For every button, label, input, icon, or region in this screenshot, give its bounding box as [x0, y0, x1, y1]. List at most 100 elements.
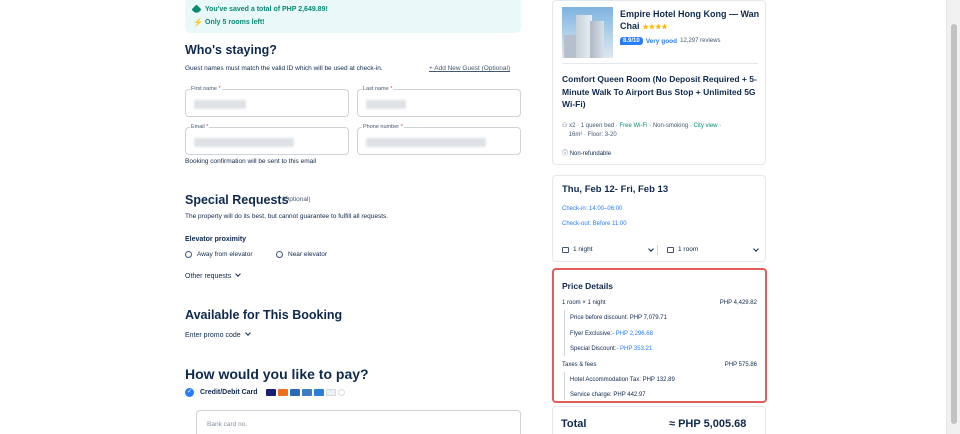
requests-note: The property will do its best, but canno… [185, 213, 389, 220]
price-details-panel: Price Details 1 room × 1 night PHP 4,429… [552, 268, 767, 403]
hotel-name-text: Empire Hotel Hong Kong — Wan Chai [620, 9, 760, 31]
savings-banner: You've saved a total of PHP 2,649.89! ⚡ … [185, 0, 521, 33]
score-badge: 8.9/10 [620, 37, 643, 45]
other-requests-label: Other requests [185, 273, 232, 280]
guest-count: x2 [569, 123, 576, 129]
refund-policy: ⓘ Non-refundable [562, 148, 611, 157]
radio-circle [185, 251, 192, 258]
savings-row: You've saved a total of PHP 2,649.89! [191, 3, 513, 16]
nights-select[interactable]: 1 night [562, 246, 593, 253]
bed-type: 1 queen bed [580, 123, 615, 129]
payment-heading: How would you like to pay? [185, 366, 369, 382]
total-label: Total [561, 418, 587, 430]
phone-value [366, 138, 486, 147]
promo-code-label: Enter promo code [185, 332, 241, 339]
savings-text: You've saved a total of PHP 2,649.89! [205, 6, 328, 13]
payment-method-credit-card[interactable]: ✓ Credit/Debit Card [185, 388, 347, 397]
phone-field[interactable]: Phone number * [357, 124, 521, 155]
star-rating-icon: ★★★★ [642, 24, 668, 31]
page-scrollbar[interactable] [946, 0, 960, 434]
radio-circle [276, 251, 283, 258]
stay-dates: Thu, Feb 12- Fri, Feb 13 [562, 184, 669, 195]
refund-text: Non-refundable [569, 151, 612, 157]
special-label: Special Discount: [570, 346, 617, 352]
room-size: 16m² [568, 132, 583, 138]
door-icon [667, 246, 674, 253]
check-circle-icon: ✓ [185, 388, 194, 397]
building-shape [590, 21, 604, 58]
promo-code-toggle[interactable]: Enter promo code [185, 330, 251, 339]
taxes-amount: PHP 575.86 [724, 362, 757, 368]
breakdown-line [564, 310, 565, 356]
room-title: Comfort Queen Room (No Deposit Required … [562, 74, 757, 109]
room-amenities: ⚇ x2 · 1 queen bed · Free Wi-Fi · Non-sm… [562, 123, 722, 138]
hotel-image [562, 7, 613, 58]
guest-heading: Who's staying? [185, 43, 277, 57]
special-amount: - PHP 353.21 [616, 346, 653, 352]
special-discount: Special Discount:- PHP 353.21 [570, 346, 652, 352]
visa-icon [265, 389, 276, 396]
calendar-icon [562, 246, 569, 253]
rooms-label: 1 room [678, 246, 699, 253]
flyer-amount: - PHP 2,296.68 [612, 331, 653, 337]
chevron-down-icon[interactable] [753, 246, 759, 252]
email-label: Email * [190, 124, 210, 130]
email-value [194, 138, 294, 147]
mastercard-icon [277, 389, 288, 396]
hotel-name[interactable]: Empire Hotel Hong Kong — Wan Chai ★★★★ [620, 8, 760, 34]
select-divider [657, 245, 658, 255]
room-line-amount: PHP 4,429.82 [719, 300, 757, 306]
payment-method-label: Credit/Debit Card [200, 389, 258, 396]
discover-icon [325, 389, 336, 396]
first-name-value [194, 100, 246, 109]
add-guest-link[interactable]: + Add New Guest (Optional) [429, 65, 510, 72]
check-out-time: Check-out: Before 11:00 [562, 221, 627, 227]
last-name-field[interactable]: Last name * [357, 86, 521, 117]
info-icon: ⓘ [562, 151, 569, 157]
wifi-amenity: Free Wi-Fi [619, 123, 648, 129]
rating-text: Very good [645, 37, 678, 45]
service-charge: Service charge: PHP 442.97 [570, 392, 646, 398]
check-in-time: Check-in: 14:00–06:00 [562, 206, 623, 212]
review-count: 12,297 reviews [680, 38, 721, 44]
stay-dates-card: Thu, Feb 12- Fri, Feb 13 Check-in: 14:00… [552, 175, 766, 262]
radio-away-label: Away from elevator [197, 251, 253, 258]
radio-near-elevator[interactable]: Near elevator [276, 251, 327, 258]
first-name-label: First name * [190, 86, 222, 92]
total-amount: ≈ PHP 5,005.68 [669, 418, 747, 430]
lightning-icon: ⚡ [193, 18, 203, 27]
elevator-label: Elevator proximity [185, 236, 247, 243]
chevron-down-icon[interactable] [648, 246, 654, 252]
hotel-summary-card: Empire Hotel Hong Kong — Wan Chai ★★★★ 8.… [552, 0, 766, 165]
last-name-label: Last name * [362, 86, 394, 92]
price-before-discount: Price before discount: PHP 7,079.71 [570, 315, 667, 321]
other-requests-toggle[interactable]: Other requests [185, 271, 242, 280]
floor-info: Floor: 3-20 [587, 132, 617, 138]
jcb-icon [289, 389, 300, 396]
radio-away-elevator[interactable]: Away from elevator [185, 251, 253, 258]
breakdown-line [564, 372, 565, 400]
card-number-input[interactable]: Bank card no. [196, 410, 521, 434]
divider [562, 63, 758, 64]
amex-icon [313, 389, 324, 396]
phone-label: Phone number * [362, 124, 404, 130]
room-line-label: 1 room × 1 night [562, 300, 606, 306]
nights-label: 1 night [573, 246, 593, 253]
radio-near-label: Near elevator [288, 251, 328, 258]
smoking-policy: Non-smoking [652, 123, 689, 129]
first-name-field[interactable]: First name * [185, 86, 349, 117]
email-field[interactable]: Email * [185, 124, 349, 155]
chevron-down-icon [244, 330, 251, 336]
promo-heading: Available for This Booking [185, 308, 343, 322]
chevron-down-icon [235, 271, 242, 277]
rooms-select[interactable]: 1 room [667, 246, 698, 253]
scrollbar-thumb[interactable] [951, 24, 957, 424]
unionpay-icon [301, 389, 312, 396]
requests-heading: Special Requests [185, 193, 289, 207]
price-details-heading: Price Details [562, 281, 614, 291]
guests-icon: ⚇ [562, 123, 568, 129]
accommodation-tax: Hotel Accommodation Tax: PHP 132.89 [570, 377, 675, 383]
flyer-discount: Flyer Exclusive:- PHP 2,296.68 [570, 331, 653, 337]
requests-optional: (Optional) [282, 196, 311, 203]
tag-icon [191, 4, 202, 15]
